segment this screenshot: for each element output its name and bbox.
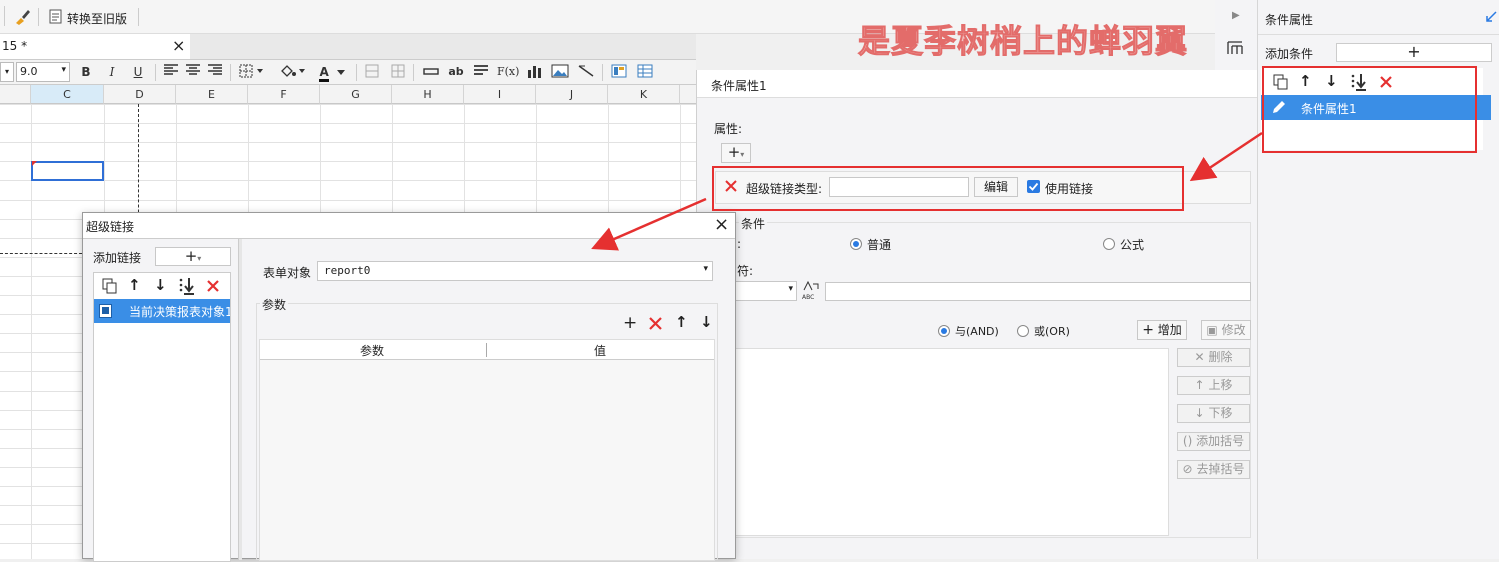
annotation-arrows bbox=[591, 131, 1263, 251]
watermark-text: 是夏季树梢上的蝉羽翼 bbox=[857, 22, 1189, 61]
